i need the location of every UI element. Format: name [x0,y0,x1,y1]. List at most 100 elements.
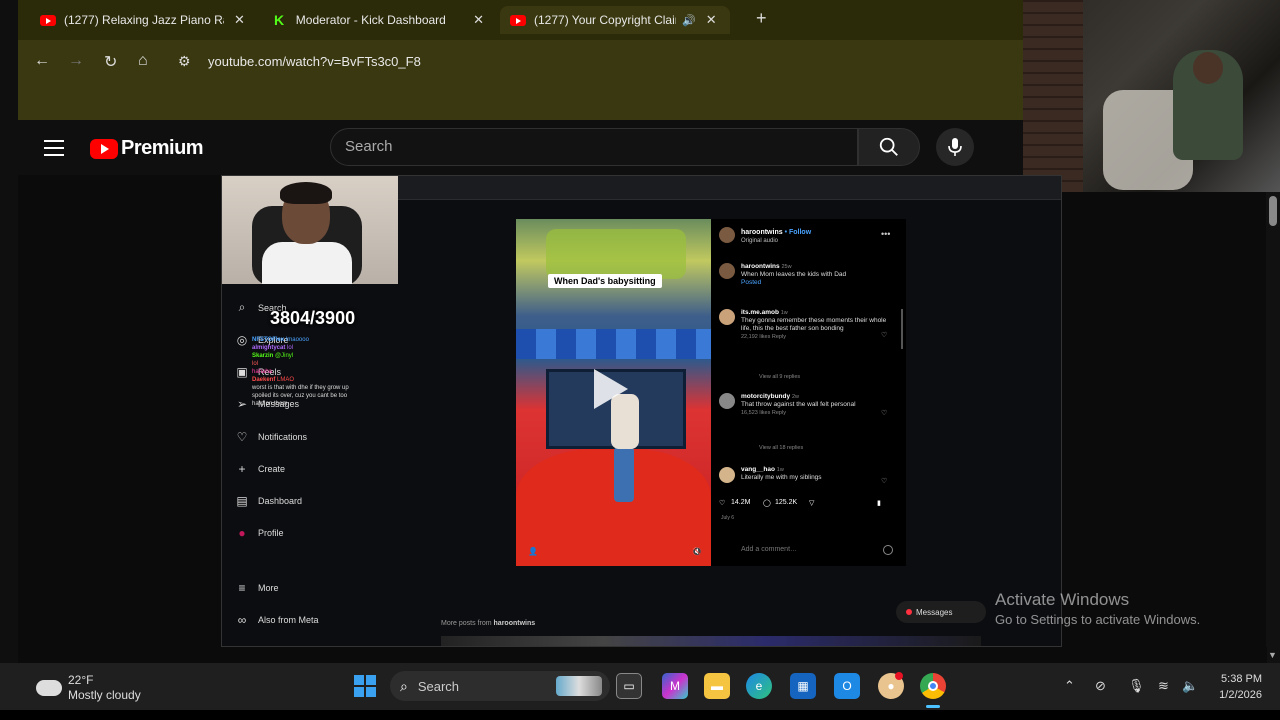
chevron-up-icon[interactable]: ⌃ [1064,678,1075,694]
comments-scrollbar[interactable] [901,309,903,349]
graffiti-banner [546,229,686,279]
microsoft-365-icon[interactable]: M [662,673,688,699]
messages-button[interactable]: Messages [896,601,986,623]
reactor-hair [280,182,332,204]
save-icon[interactable]: ▮ [877,499,881,507]
tab-label: (1277) Your Copyright Claim [534,13,676,27]
like-comment-icon[interactable]: ♡ [881,331,887,339]
follow-link[interactable]: • Follow [785,229,812,236]
windows-start-icon[interactable] [354,675,376,697]
ig-nav-dashboard[interactable]: ▤ Dashboard [234,494,302,508]
youtube-logo[interactable]: Premium [90,137,204,160]
forward-icon[interactable]: → [68,52,84,70]
edge-icon[interactable]: e [746,673,772,699]
chat-message: worst is that with dhe if they grow up [252,385,349,391]
file-explorer-icon[interactable]: ▬ [704,673,730,699]
like-comment-icon[interactable]: ♡ [881,477,887,485]
sub-goal-counter: 3804/3900 [270,308,356,328]
page-margin-left [18,175,221,663]
comment-count: 125.2K [775,499,798,506]
chat-message: spoiled its over, cuz you cant be too [252,393,348,399]
network-off-icon[interactable]: ⊘ [1095,678,1106,694]
search-button[interactable] [858,128,920,166]
ig-nav-create[interactable]: + Create [234,462,285,476]
microsoft-store-icon[interactable]: ▦ [790,673,816,699]
avatar[interactable] [719,227,735,243]
mute-icon[interactable]: 🔇 [692,547,702,556]
close-icon[interactable]: ✕ [234,12,245,28]
scroll-down-icon[interactable]: ▼ [1268,650,1277,660]
ig-nav-meta[interactable]: ∞ Also from Meta [234,613,319,627]
reload-icon[interactable]: ↻ [104,52,117,72]
tab-jazz[interactable]: (1277) Relaxing Jazz Piano Radi ✕ [30,6,258,34]
speaker-icon[interactable]: 🔊 [682,14,696,27]
share-icon[interactable]: ▽ [809,499,814,507]
windows-taskbar: 22°F Mostly cloudy ⌕ Search ▭ M ▬ e ▦ O … [0,663,1280,710]
ig-nav-more[interactable]: ≡ More [234,581,278,595]
like-icon[interactable]: ♡ [719,499,725,507]
close-icon[interactable]: ✕ [473,12,484,28]
bookmarks-bar [18,84,1023,120]
voice-search-button[interactable] [936,128,974,166]
post-audio[interactable]: Original audio [741,238,778,244]
search-input[interactable]: Search [345,138,393,155]
play-icon[interactable] [594,369,628,409]
ig-nav-label: Also from Meta [258,615,319,625]
youtube-icon [40,14,56,26]
close-icon[interactable]: ✕ [706,12,717,28]
wifi-icon[interactable]: ≋ [1158,678,1169,694]
ig-nav-label: Notifications [258,432,308,442]
new-tab-icon[interactable]: + [756,8,767,29]
view-replies-link[interactable]: View all 9 replies [759,374,800,380]
tab-copyright[interactable]: (1277) Your Copyright Claim 🔊 ✕ [500,6,730,34]
chat-message: hahaha [252,369,273,375]
search-box[interactable]: Search [330,128,858,166]
menu-icon[interactable] [44,140,64,161]
chat-message: almightycat lol [252,345,294,351]
heart-icon: ♡ [236,430,248,444]
instagram-reel[interactable]: When Dad's babysitting 👤 🔇 [516,219,711,566]
home-icon[interactable]: ⌂ [138,52,148,70]
comment: motorcitybundy 2w That throw against the… [741,393,856,416]
chrome-icon[interactable] [920,673,946,699]
back-icon[interactable]: ← [34,52,50,70]
site-info-icon[interactable]: ⚙ [178,53,191,70]
meta-icon: ∞ [237,613,247,627]
view-replies-link[interactable]: View all 18 replies [759,445,803,451]
tab-bar: (1277) Relaxing Jazz Piano Radi ✕ K Mode… [18,0,1023,40]
comment-icon[interactable]: ◯ [763,499,771,507]
tagged-people-icon[interactable]: 👤 [528,547,538,556]
ig-nav-label: Profile [258,528,284,538]
ig-nav-notifications[interactable]: ♡ Notifications [234,430,307,444]
plus-icon: + [238,462,246,476]
microphone-icon[interactable]: 🎙 [1128,678,1145,694]
clock-time: 5:38 PM [1221,673,1262,685]
outlook-icon[interactable]: O [834,673,860,699]
emoji-icon[interactable] [883,545,893,555]
scrollbar-thumb[interactable] [1269,196,1277,226]
chat-message: Skarzin @Jinyl [252,353,294,359]
like-comment-icon[interactable]: ♡ [881,409,887,417]
avatar [719,467,735,483]
scrollbar[interactable] [1266,192,1280,663]
task-view-icon[interactable]: ▭ [616,673,642,699]
volume-icon[interactable]: 🔈 [1182,678,1198,694]
messages-icon: ➢ [236,397,248,411]
taskbar-search[interactable]: ⌕ Search [390,671,610,701]
profile-icon: ● [238,526,246,540]
ig-nav-profile[interactable]: ● Profile [234,526,284,540]
ig-nav-label: Dashboard [258,496,303,506]
more-options-icon[interactable]: ••• [881,229,890,239]
search-icon [879,137,898,156]
post-author[interactable]: haroontwins • Follow [741,229,811,236]
browser-toolbar: ← → ↻ ⌂ ⚙ youtube.com/watch?v=BvFTs3c0_F… [18,40,1023,84]
system-clock[interactable]: 5:38 PM 1/2/2026 [1206,671,1262,703]
reactor-facecam [222,176,398,284]
comment: vang__hao 1w Literally me with my siblin… [741,466,822,481]
tab-kick[interactable]: K Moderator - Kick Dashboard ✕ [264,6,494,34]
add-comment-input[interactable]: Add a comment… [741,546,797,553]
address-bar[interactable]: youtube.com/watch?v=BvFTs3c0_F8 [208,54,421,69]
video-player[interactable]: ⌕ Search ◎ Explore ▣ Reels ➢ Messages ♡ Notif… [221,175,1062,647]
page-bottom [18,647,1267,663]
weather-widget[interactable]: 22°F Mostly cloudy [32,673,141,703]
